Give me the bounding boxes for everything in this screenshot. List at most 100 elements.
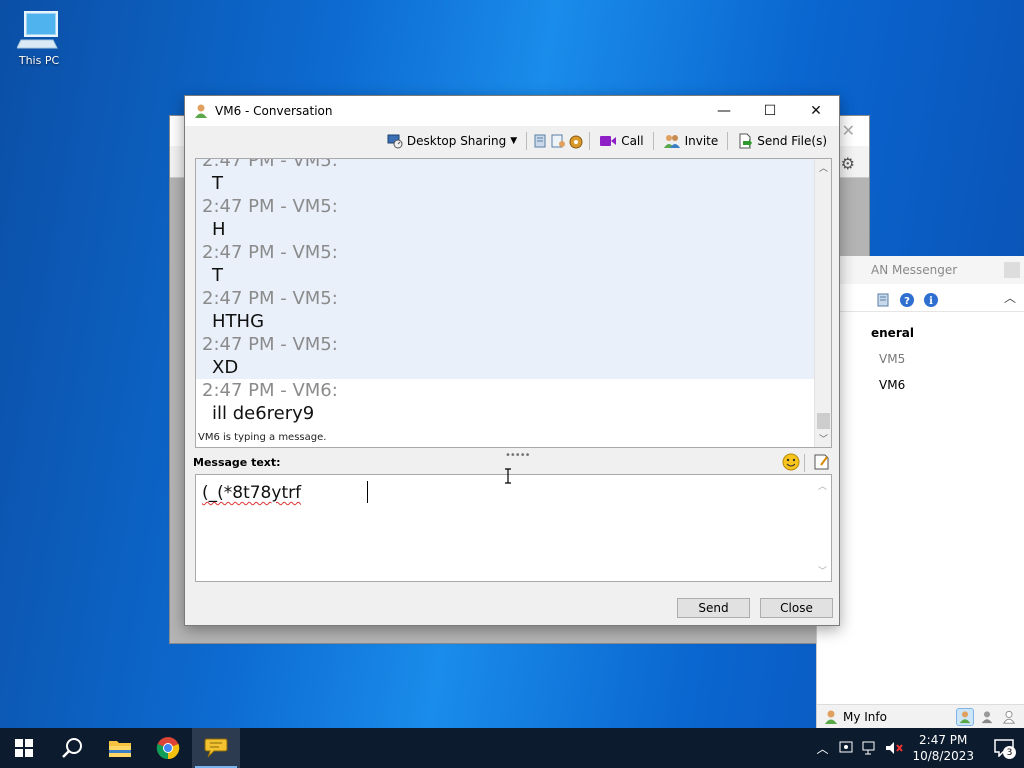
lan-messenger-statusbar: My Info — [817, 704, 1024, 728]
message-input-value: (_(*8t78ytrf — [202, 483, 302, 503]
message-header: 2:47 PM - VM5: — [202, 196, 338, 217]
message-text: T — [212, 265, 223, 286]
toolbar-separator — [804, 454, 805, 472]
chevron-up-icon[interactable]: ︿ — [1004, 289, 1016, 306]
message-item: 2:47 PM - VM5: H — [196, 195, 816, 241]
close-icon[interactable]: ✕ — [842, 121, 855, 140]
message-header: 2:47 PM - VM5: — [202, 158, 338, 171]
status-offline-icon[interactable] — [1000, 708, 1018, 726]
message-text: ill de6rery9 — [212, 403, 315, 424]
status-online-icon[interactable] — [956, 707, 974, 726]
send-file-icon — [739, 133, 753, 149]
message-text: T — [212, 173, 223, 194]
info-icon[interactable]: i — [923, 292, 939, 308]
lan-messenger-window: AN Messenger ? i ︿ eneral VM5 VM6 My Inf… — [816, 256, 1024, 728]
folder-icon — [109, 741, 131, 757]
message-header: 2:47 PM - VM5: — [202, 288, 338, 309]
message-item: 2:47 PM - VM6: ill de6rery9 — [196, 379, 816, 425]
dropdown-arrow-icon[interactable]: ▼ — [510, 136, 517, 146]
lan-messenger-taskbar-button[interactable] — [192, 728, 240, 768]
file-explorer-button[interactable] — [96, 728, 144, 768]
history-scrollbar[interactable]: ︿ ﹀ — [814, 159, 831, 447]
computer-icon — [17, 11, 58, 49]
desktop-sharing-icon — [387, 134, 403, 149]
my-info-link[interactable]: My Info — [843, 710, 887, 724]
mouse-ibeam-cursor-icon — [505, 468, 511, 484]
message-history-list: 2:47 PM - VM5: T 2:47 PM - VM5: H 2:47 PM - … — [196, 158, 816, 425]
contact-info-icon[interactable] — [550, 133, 566, 149]
scroll-up-icon[interactable]: ︿ — [818, 479, 827, 492]
close-button[interactable]: Close — [760, 598, 833, 618]
font-style-icon[interactable] — [813, 453, 831, 471]
message-header: 2:47 PM - VM5: — [202, 334, 338, 355]
gear-icon[interactable]: ⚙ — [841, 154, 855, 173]
emoticon-icon[interactable] — [782, 453, 800, 471]
message-text-label: Message text: — [193, 456, 281, 469]
desktop-icon-this-pc[interactable]: This PC — [14, 10, 64, 67]
message-item: 2:47 PM - VM5: HTHG — [196, 287, 816, 333]
invite-button[interactable]: Invite — [659, 131, 723, 151]
system-tray: ︿ 2:47 PM 10/8/2023 3 — [810, 728, 1024, 768]
taskbar-clock[interactable]: 2:47 PM 10/8/2023 — [906, 732, 984, 764]
scroll-up-icon[interactable]: ︿ — [815, 161, 831, 174]
search-button[interactable] — [48, 728, 96, 768]
chrome-button[interactable] — [144, 728, 192, 768]
contact-item-vm5[interactable]: VM5 — [817, 340, 1024, 366]
search-icon — [62, 738, 82, 758]
call-button[interactable]: Call — [595, 132, 647, 150]
help-icon[interactable]: ? — [899, 292, 915, 308]
message-item: 2:47 PM - VM5: T — [196, 158, 816, 195]
message-history[interactable]: 2:47 PM - VM5: T 2:47 PM - VM5: H 2:47 PM - … — [195, 158, 832, 448]
send-files-label: Send File(s) — [757, 134, 827, 148]
broadcast-icon[interactable] — [568, 133, 584, 149]
messenger-chat-icon — [204, 738, 228, 758]
lan-messenger-title: AN Messenger — [871, 263, 958, 277]
window-control-icon[interactable] — [1004, 262, 1020, 278]
text-caret — [367, 481, 368, 503]
action-center-button[interactable]: 3 — [984, 739, 1024, 759]
message-item: 2:47 PM - VM5: T — [196, 241, 816, 287]
notification-count-badge: 3 — [1003, 746, 1016, 759]
svg-text:i: i — [929, 296, 933, 307]
message-text: HTHG — [212, 311, 265, 332]
contact-group-label[interactable]: eneral — [817, 312, 1024, 340]
conversation-window: VM6 - Conversation — ☐ ✕ Desktop Sharing… — [184, 95, 840, 626]
clock-time: 2:47 PM — [919, 733, 968, 747]
toolbar-separator — [589, 132, 591, 150]
toolbar-separator — [727, 132, 729, 150]
conversation-toolbar: Desktop Sharing ▼ Call Invite Send File(… — [185, 126, 839, 156]
send-files-button[interactable]: Send File(s) — [733, 131, 831, 151]
splitter-handle[interactable]: ••••• — [505, 450, 530, 461]
user-icon — [825, 710, 837, 724]
message-item: 2:47 PM - VM5: XD — [196, 333, 816, 379]
lan-messenger-titlebar: AN Messenger — [817, 256, 1024, 284]
video-camera-icon — [600, 136, 617, 146]
lan-messenger-toolbar: ? i ︿ — [817, 284, 1024, 312]
scroll-down-icon[interactable]: ﹀ — [815, 432, 831, 445]
network-icon[interactable] — [858, 741, 882, 755]
scroll-down-icon[interactable]: ﹀ — [818, 564, 827, 577]
message-input[interactable]: (_(*8t78ytrf ︿ ﹀ — [195, 474, 832, 582]
send-button[interactable]: Send — [677, 598, 750, 618]
scrollbar-thumb[interactable] — [817, 413, 830, 429]
start-button[interactable] — [0, 728, 48, 768]
chrome-icon — [156, 737, 180, 760]
history-book-icon[interactable] — [532, 133, 548, 149]
call-label: Call — [621, 134, 644, 148]
status-away-icon[interactable] — [978, 708, 996, 726]
contact-item-vm6[interactable]: VM6 — [817, 366, 1024, 392]
desktop-sharing-button[interactable]: Desktop Sharing ▼ — [383, 131, 521, 151]
minimize-icon[interactable]: — — [701, 96, 747, 126]
taskbar: ︿ 2:47 PM 10/8/2023 3 — [0, 728, 1024, 768]
chevron-up-icon[interactable]: ︿ — [810, 740, 834, 757]
contacts-book-icon[interactable] — [875, 292, 891, 308]
user-icon — [195, 104, 207, 118]
windows-logo-icon — [15, 739, 33, 757]
message-text: H — [212, 219, 226, 240]
message-header: 2:47 PM - VM6: — [202, 380, 338, 401]
close-icon[interactable]: ✕ — [793, 96, 839, 126]
volume-muted-icon[interactable] — [882, 741, 906, 755]
invite-label: Invite — [684, 134, 719, 148]
maximize-icon[interactable]: ☐ — [747, 96, 793, 126]
lan-messenger-tray-icon[interactable] — [834, 740, 858, 756]
